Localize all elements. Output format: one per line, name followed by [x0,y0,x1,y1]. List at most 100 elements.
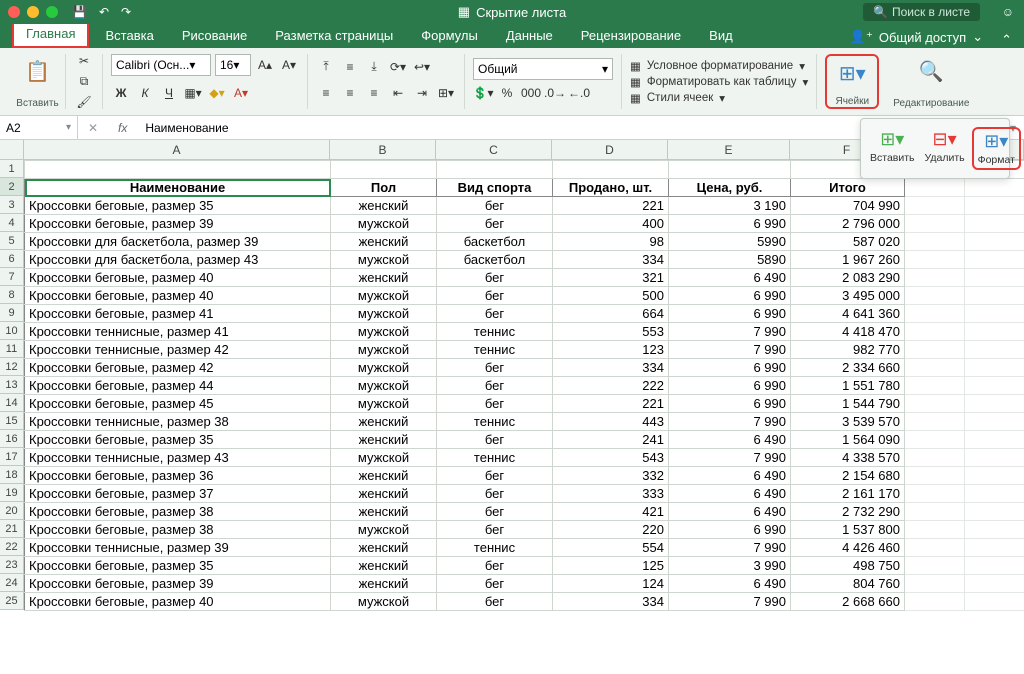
redo-icon[interactable]: ↷ [121,5,131,19]
currency-icon[interactable]: 💲▾ [473,84,493,102]
copy-icon[interactable]: ⧉ [74,73,94,90]
cell[interactable]: женский [331,485,437,503]
cell[interactable]: мужской [331,323,437,341]
cell[interactable]: 6 990 [669,359,791,377]
cell[interactable]: теннис [437,539,553,557]
formula-input[interactable]: Наименование [137,121,228,135]
cell[interactable]: 2 732 290 [791,503,905,521]
align-right-icon[interactable]: ≡ [364,84,384,102]
row-header[interactable]: 6 [0,250,24,268]
cell[interactable]: 222 [553,377,669,395]
minimize-window-icon[interactable] [27,6,39,18]
align-top-icon[interactable]: ⤒ [316,58,336,76]
cell[interactable]: женский [331,431,437,449]
cell[interactable]: Кроссовки беговые, размер 38 [25,503,331,521]
font-size-combo[interactable]: 16▾ [215,54,251,76]
cell[interactable]: Кроссовки беговые, размер 35 [25,431,331,449]
cell[interactable]: 7 990 [669,449,791,467]
row-header[interactable]: 17 [0,448,24,466]
cell[interactable]: 221 [553,197,669,215]
cell[interactable]: 220 [553,521,669,539]
cell[interactable]: Кроссовки теннисные, размер 39 [25,539,331,557]
cell[interactable]: женский [331,575,437,593]
cell[interactable]: 1 551 780 [791,377,905,395]
cell-styles-button[interactable]: ▦ Стили ячеек ▾ [630,91,808,105]
increase-decimal-icon[interactable]: .0→ [545,84,565,102]
row-header[interactable]: 12 [0,358,24,376]
cell[interactable]: Кроссовки беговые, размер 38 [25,521,331,539]
align-left-icon[interactable]: ≡ [316,84,336,102]
cell[interactable]: бег [437,467,553,485]
close-window-icon[interactable] [8,6,20,18]
merge-icon[interactable]: ⊞▾ [436,84,456,102]
cell[interactable]: женский [331,557,437,575]
cell[interactable]: 553 [553,323,669,341]
cell[interactable]: теннис [437,323,553,341]
table-header-cell[interactable]: Наименование [25,179,331,197]
table-header-cell[interactable]: Продано, шт. [553,179,669,197]
cell[interactable]: женский [331,233,437,251]
cell[interactable]: женский [331,503,437,521]
row-header[interactable]: 23 [0,556,24,574]
share-button[interactable]: 👤⁺ Общий доступ ⌄ [842,26,991,48]
table-header-cell[interactable]: Пол [331,179,437,197]
column-header[interactable]: C [436,140,552,160]
save-icon[interactable]: 💾 [72,5,87,19]
cell[interactable]: бег [437,503,553,521]
cell[interactable]: бег [437,521,553,539]
cut-icon[interactable]: ✂︎ [74,53,94,69]
cell[interactable]: мужской [331,359,437,377]
cell[interactable]: Кроссовки беговые, размер 36 [25,467,331,485]
cancel-formula-icon[interactable]: ✕ [78,121,108,135]
cell[interactable]: бег [437,377,553,395]
cell[interactable]: 124 [553,575,669,593]
cell[interactable]: бег [437,197,553,215]
cell[interactable]: баскетбол [437,251,553,269]
align-middle-icon[interactable]: ≡ [340,58,360,76]
cell[interactable]: бег [437,359,553,377]
cell[interactable]: Кроссовки беговые, размер 39 [25,575,331,593]
cell[interactable]: 554 [553,539,669,557]
cell[interactable]: 664 [553,305,669,323]
cell[interactable]: 6 490 [669,485,791,503]
name-box[interactable]: A2 ▾ [0,116,78,139]
cell[interactable]: 123 [553,341,669,359]
feedback-icon[interactable]: ☺︎ [1002,5,1014,19]
row-header[interactable]: 22 [0,538,24,556]
undo-icon[interactable]: ↶ [99,5,109,19]
tab-page-layout[interactable]: Разметка страницы [263,24,405,48]
wrap-text-icon[interactable]: ↩︎▾ [412,58,432,76]
cell[interactable]: 6 990 [669,395,791,413]
cell[interactable]: 500 [553,287,669,305]
cell[interactable]: Кроссовки теннисные, размер 41 [25,323,331,341]
row-header[interactable]: 19 [0,484,24,502]
select-all-corner[interactable] [0,140,24,160]
row-header[interactable]: 2 [0,178,24,196]
cell[interactable]: 6 990 [669,215,791,233]
cell[interactable]: 7 990 [669,413,791,431]
popup-format[interactable]: ⊞▾ Формат [972,127,1021,170]
cell[interactable]: 2 083 290 [791,269,905,287]
cell[interactable]: 241 [553,431,669,449]
cell[interactable]: мужской [331,305,437,323]
tab-data[interactable]: Данные [494,24,565,48]
paste-icon[interactable]: 📋 [21,54,55,88]
increase-font-icon[interactable]: A▴ [255,56,275,74]
cell[interactable]: 443 [553,413,669,431]
cell[interactable]: 4 418 470 [791,323,905,341]
cell[interactable]: 982 770 [791,341,905,359]
cell[interactable]: 6 490 [669,575,791,593]
cell[interactable]: женский [331,539,437,557]
cell[interactable]: 334 [553,251,669,269]
cell[interactable]: 1 967 260 [791,251,905,269]
cell[interactable]: мужской [331,287,437,305]
cell[interactable]: Кроссовки беговые, размер 35 [25,557,331,575]
row-header[interactable]: 9 [0,304,24,322]
cell[interactable]: бег [437,593,553,611]
row-header[interactable]: 8 [0,286,24,304]
format-painter-icon[interactable]: 🖌︎ [74,94,94,110]
table-header-cell[interactable]: Итого [791,179,905,197]
cell[interactable]: Кроссовки теннисные, размер 42 [25,341,331,359]
cell[interactable]: теннис [437,413,553,431]
decrease-indent-icon[interactable]: ⇤ [388,84,408,102]
